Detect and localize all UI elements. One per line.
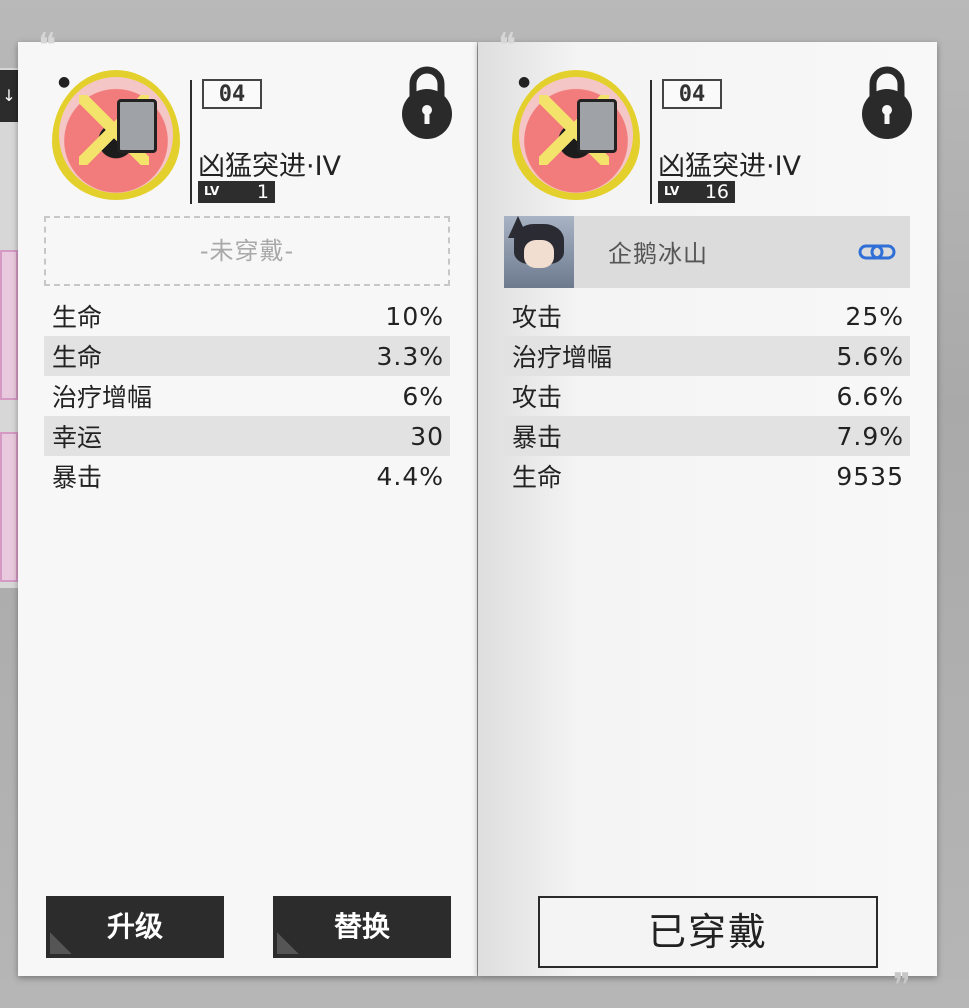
level-value: 1 [256, 181, 269, 203]
equipment-card-right: ❝ ● 04 凶猛突进·IV LV 16 企鹅冰山 攻击 25% 治疗增幅 5.… [478, 26, 937, 1006]
equipment-name: 凶猛突进·IV [198, 151, 342, 182]
upgrade-button[interactable]: 升级 [46, 896, 224, 958]
lock-icon[interactable] [859, 64, 915, 140]
equipment-image [59, 77, 173, 193]
stat-value: 5.6% [836, 341, 904, 371]
equipment-card-left: ❝ ● 04 凶猛突进·IV LV 1 -未穿戴- 生命 10% 生命 3.3%… [18, 26, 477, 976]
equipment-slot-number: 04 [202, 79, 262, 109]
level-tag: LV [204, 184, 220, 198]
equipment-name: 凶猛突进·IV [658, 151, 802, 182]
stat-label: 幸运 [52, 423, 103, 452]
stat-value: 6.6% [836, 381, 904, 411]
mask-shape [577, 99, 617, 153]
stat-list: 攻击 25% 治疗增幅 5.6% 攻击 6.6% 暴击 7.9% 生命 9535 [504, 296, 910, 496]
stat-row: 攻击 25% [504, 296, 910, 336]
stat-row: 幸运 30 [44, 416, 450, 456]
stat-label: 暴击 [512, 423, 563, 452]
quote-mark-icon: ❞ [892, 966, 911, 1006]
stat-list: 生命 10% 生命 3.3% 治疗增幅 6% 幸运 30 暴击 4.4% [44, 296, 450, 496]
stat-row: 生命 9535 [504, 456, 910, 496]
stat-label: 攻击 [512, 383, 563, 412]
stat-value: 9535 [836, 461, 904, 491]
replace-button[interactable]: 替换 [273, 896, 451, 958]
stat-row: 治疗增幅 6% [44, 376, 450, 416]
equipment-portrait: ● [52, 70, 180, 200]
stat-label: 攻击 [512, 303, 563, 332]
stat-value: 10% [385, 301, 444, 331]
stat-label: 治疗增幅 [512, 343, 613, 372]
mask-shape [117, 99, 157, 153]
stat-label: 生命 [52, 303, 103, 332]
level-badge: LV 16 [658, 181, 735, 203]
paw-icon: ● [58, 74, 71, 90]
stat-value: 30 [410, 421, 444, 451]
paw-icon: ● [518, 74, 531, 90]
stat-value: 4.4% [376, 461, 444, 491]
stat-label: 生命 [512, 463, 563, 492]
stat-label: 暴击 [52, 463, 103, 492]
unequipped-slot: -未穿戴- [44, 216, 450, 286]
background-item-card [0, 250, 18, 400]
equipment-image [519, 77, 633, 193]
divider [650, 80, 652, 204]
character-avatar [504, 216, 574, 288]
stat-value: 3.3% [376, 341, 444, 371]
quote-mark-icon: ❝ [498, 26, 517, 66]
level-badge: LV 1 [198, 181, 275, 203]
stat-label: 生命 [52, 343, 103, 372]
stat-value: 7.9% [836, 421, 904, 451]
arrow-down-icon[interactable]: ↓ [0, 70, 18, 122]
level-value: 16 [704, 181, 729, 203]
lock-icon[interactable] [399, 64, 455, 140]
equipment-portrait: ● [512, 70, 640, 200]
divider [190, 80, 192, 204]
stat-row: 生命 3.3% [44, 336, 450, 376]
stat-row: 暴击 4.4% [44, 456, 450, 496]
level-tag: LV [664, 184, 680, 198]
stat-row: 生命 10% [44, 296, 450, 336]
stat-row: 治疗增幅 5.6% [504, 336, 910, 376]
stat-value: 25% [845, 301, 904, 331]
equipment-slot-number: 04 [662, 79, 722, 109]
character-name: 企鹅冰山 [608, 240, 708, 268]
quote-mark-icon: ❝ [38, 26, 57, 66]
avatar-face [524, 240, 554, 268]
equipped-status-button[interactable]: 已穿戴 [538, 896, 878, 968]
stat-row: 暴击 7.9% [504, 416, 910, 456]
stat-label: 治疗增幅 [52, 383, 153, 412]
stat-row: 攻击 6.6% [504, 376, 910, 416]
stat-value: 6% [402, 381, 444, 411]
equipped-character-bar[interactable]: 企鹅冰山 [504, 216, 910, 288]
background-item-card [0, 432, 18, 582]
link-icon[interactable] [858, 240, 896, 264]
